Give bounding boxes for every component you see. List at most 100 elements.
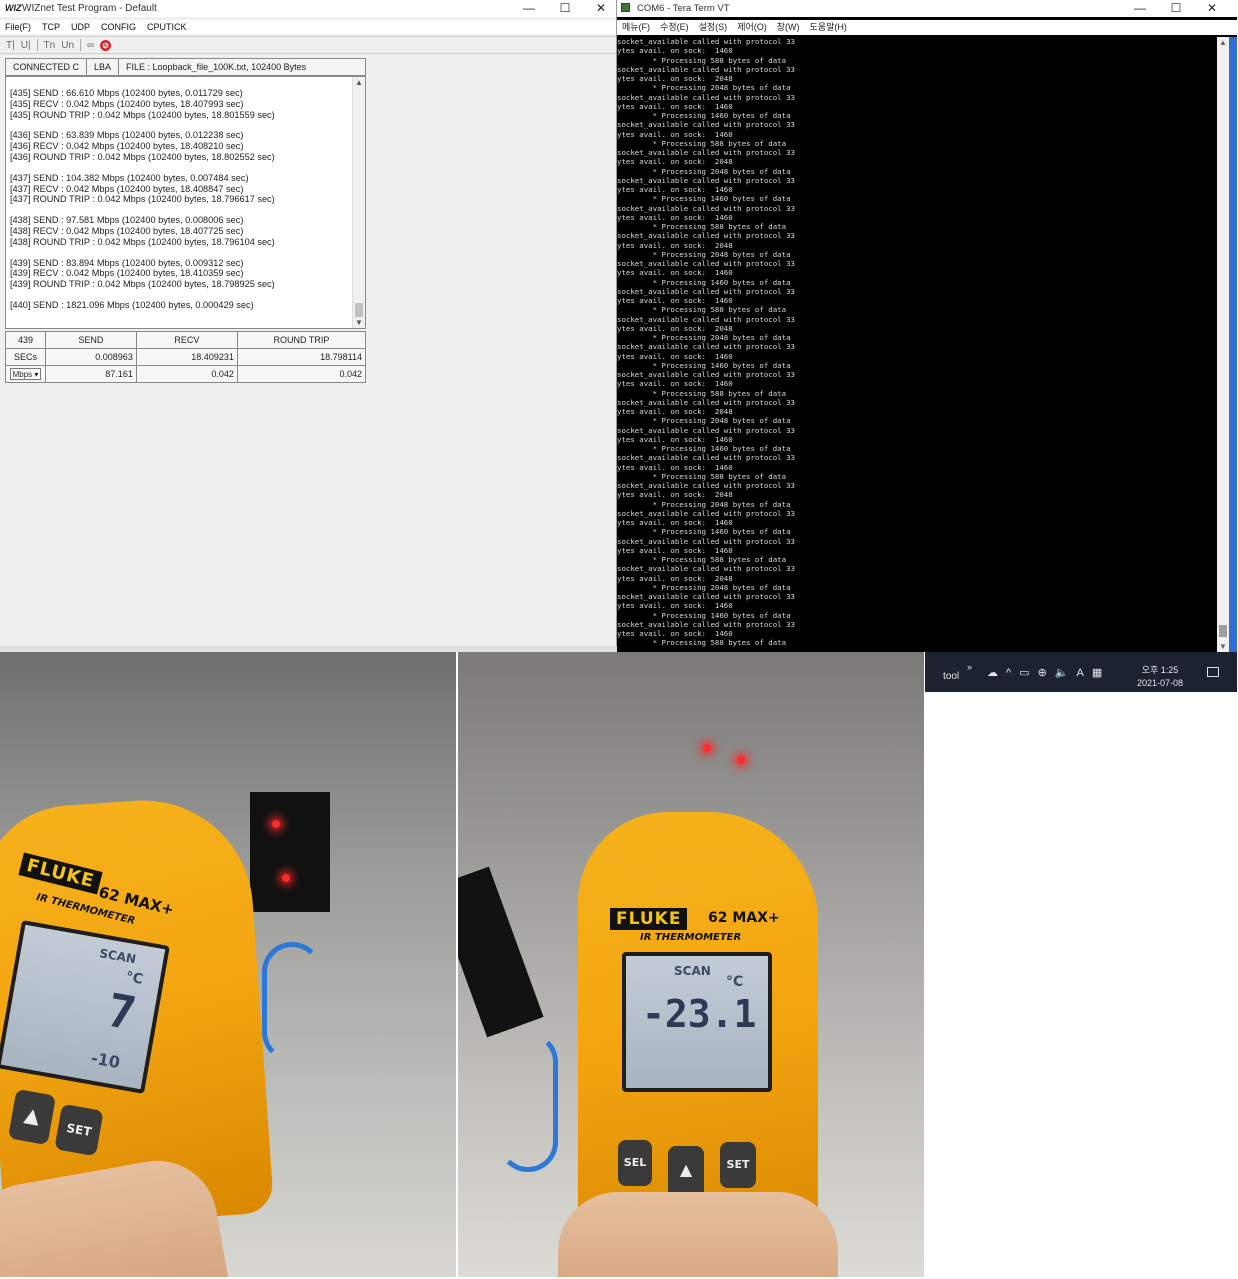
stats-header-send: SEND xyxy=(45,331,137,349)
device-board xyxy=(250,792,330,912)
wiznet-title: WIZnet Test Program - Default xyxy=(22,3,157,14)
udp-multi-icon[interactable]: Un xyxy=(61,40,74,51)
terminal-line: socket_available called with protocol 33 xyxy=(617,120,795,130)
network-icon[interactable]: ⊕ xyxy=(1038,666,1047,679)
keyboard-icon[interactable]: ▦ xyxy=(1092,666,1102,679)
cloud-icon[interactable]: ☁ xyxy=(987,666,998,679)
menu-file[interactable]: File(F) xyxy=(0,20,37,34)
stats-header-recv: RECV xyxy=(135,331,238,349)
maximize-icon[interactable]: ☐ xyxy=(1169,1,1183,15)
device-board xyxy=(458,866,544,1038)
lcd-unit: °C xyxy=(726,974,744,990)
terminal-line: ytes avail. on sock: 1460 xyxy=(617,212,733,222)
tcp-single-icon[interactable]: T| xyxy=(6,40,15,51)
terminal-line: socket_available called with protocol 33 xyxy=(617,231,795,241)
set-button[interactable]: SET xyxy=(720,1142,756,1188)
ime-indicator[interactable]: A xyxy=(1077,667,1084,679)
unit-select[interactable]: Mbps ▾ xyxy=(9,368,42,380)
notification-icon[interactable] xyxy=(1207,667,1219,677)
led-indicator xyxy=(737,756,745,764)
terminal-line: ytes avail. on sock: 1460 xyxy=(617,268,733,278)
battery-icon[interactable]: ▭ xyxy=(1019,666,1029,679)
tera-menu-help[interactable]: 도움말(H) xyxy=(805,20,852,35)
scroll-down-icon[interactable]: ▼ xyxy=(1219,642,1227,651)
log-line: [436] RECV : 0.042 Mbps (102400 bytes, 1… xyxy=(10,141,244,152)
wiznet-app-icon: WIZ xyxy=(5,3,22,13)
log-spacer xyxy=(10,163,350,173)
file-status: FILE : Loopback_file_100K.txt, 102400 By… xyxy=(126,62,307,72)
log-line: [440] SEND : 1821.096 Mbps (102400 bytes… xyxy=(10,299,254,310)
tera-menu-window[interactable]: 창(W) xyxy=(772,20,805,35)
teraterm-titlebar: COM6 - Tera Term VT — ☐ ✕ xyxy=(617,0,1237,17)
hand xyxy=(558,1192,838,1277)
menu-udp[interactable]: UDP xyxy=(66,20,96,34)
tera-menu-setup[interactable]: 설정(S) xyxy=(694,20,733,35)
terminal-line: * Processing 588 bytes of data xyxy=(617,222,787,231)
close-icon[interactable]: ✕ xyxy=(594,1,608,15)
lcd-screen: SCAN °C -23.1 xyxy=(622,952,772,1092)
set-button[interactable]: SET xyxy=(54,1103,104,1157)
menu-cputick[interactable]: CPUTICK xyxy=(142,20,193,34)
terminal-line: * Processing 1460 bytes of data xyxy=(617,360,791,370)
tcp-multi-icon[interactable]: Tn xyxy=(44,40,56,51)
minimize-icon[interactable]: — xyxy=(522,1,536,15)
terminal-line: socket_available called with protocol 33 xyxy=(617,564,795,574)
terminal-line: socket_available called with protocol 33 xyxy=(617,92,795,102)
terminal-line: socket_available called with protocol 33 xyxy=(617,203,795,213)
loop-icon[interactable]: ∞ xyxy=(87,40,94,51)
log-line: [437] RECV : 0.042 Mbps (102400 bytes, 1… xyxy=(10,183,244,194)
chevron-down-icon: ▾ xyxy=(34,370,39,379)
terminal-output[interactable]: socket_available called with protocol 33… xyxy=(617,37,1222,652)
terminal-line: ytes avail. on sock: 2048 xyxy=(617,240,733,250)
product-subtitle: IR THERMOMETER xyxy=(640,932,742,943)
tera-menu-file[interactable]: 메뉴(F) xyxy=(617,20,655,35)
close-icon[interactable]: ✕ xyxy=(1205,1,1219,15)
connection-status: CONNECTED C xyxy=(6,59,88,75)
log-scrollbar[interactable]: ▲ ▼ xyxy=(352,77,365,328)
terminal-scrollbar[interactable]: ▲ ▼ xyxy=(1217,37,1229,652)
terminal-line: socket_available called with protocol 33 xyxy=(617,64,795,74)
log-line: [437] ROUND TRIP : 0.042 Mbps (102400 by… xyxy=(10,194,275,205)
minimize-icon[interactable]: — xyxy=(1133,1,1147,15)
led-indicator xyxy=(272,820,280,828)
terminal-line: ytes avail. on sock: 2048 xyxy=(617,157,733,167)
log-output[interactable]: [435] SEND : 66.610 Mbps (102400 bytes, … xyxy=(5,76,366,329)
log-line: [435] RECV : 0.042 Mbps (102400 bytes, 1… xyxy=(10,98,244,109)
taskbar: tool » ☁ ^ ▭ ⊕ 🔈 A ▦ 오후 1:25 2021-07-08 xyxy=(925,652,1237,692)
taskbar-tool-label[interactable]: tool xyxy=(943,671,959,682)
scroll-down-icon[interactable]: ▼ xyxy=(355,318,363,327)
log-line: [435] ROUND TRIP : 0.042 Mbps (102400 by… xyxy=(10,109,275,120)
chevron-up-icon[interactable]: ^ xyxy=(1006,667,1011,679)
terminal-line: * Processing 2048 bytes of data xyxy=(617,249,791,259)
udp-single-icon[interactable]: U| xyxy=(21,40,31,51)
terminal-line: ytes avail. on sock: 1460 xyxy=(617,518,733,527)
connection-status-row: CONNECTED C LBA FILE : Loopback_file_100… xyxy=(5,58,366,76)
scroll-thumb[interactable] xyxy=(1219,625,1227,637)
terminal-line: ytes avail. on sock: 1460 xyxy=(617,296,733,305)
tera-menu-edit[interactable]: 수정(E) xyxy=(655,20,694,35)
tera-menu-control[interactable]: 제어(O) xyxy=(732,20,772,35)
up-down-icon[interactable]: ▲ xyxy=(668,1146,704,1198)
terminal-line: ytes avail. on sock: 1460 xyxy=(617,434,733,444)
lcd-mode: SCAN xyxy=(98,946,138,967)
scroll-thumb[interactable] xyxy=(355,303,363,317)
clock[interactable]: 오후 1:25 2021-07-08 xyxy=(1137,664,1183,690)
brand-logo: FLUKE xyxy=(610,908,688,930)
clock-date: 2021-07-08 xyxy=(1137,678,1184,688)
scroll-up-icon[interactable]: ▲ xyxy=(355,78,363,87)
scroll-up-icon[interactable]: ▲ xyxy=(1219,38,1227,47)
maximize-icon[interactable]: ☐ xyxy=(558,1,572,15)
up-down-icon[interactable]: ▲ xyxy=(7,1088,57,1146)
terminal-line: ytes avail. on sock: 1460 xyxy=(617,379,733,389)
menu-config[interactable]: CONFIG xyxy=(96,20,142,34)
teraterm-title: COM6 - Tera Term VT xyxy=(637,3,730,14)
sel-button[interactable]: SEL xyxy=(618,1140,652,1186)
volume-icon[interactable]: 🔈 xyxy=(1055,666,1069,679)
menu-tcp[interactable]: TCP xyxy=(37,20,66,34)
stop-icon[interactable]: ⊘ xyxy=(100,39,112,51)
toolbar-expand-icon[interactable]: » xyxy=(967,662,972,672)
terminal-line: * Processing 1460 bytes of data xyxy=(617,111,791,120)
stats-secs-row: SECs 0.008963 18.409231 18.798114 xyxy=(5,348,367,366)
log-text: [435] SEND : 66.610 Mbps (102400 bytes, … xyxy=(10,88,350,311)
log-line: [439] ROUND TRIP : 0.042 Mbps (102400 by… xyxy=(10,279,275,290)
